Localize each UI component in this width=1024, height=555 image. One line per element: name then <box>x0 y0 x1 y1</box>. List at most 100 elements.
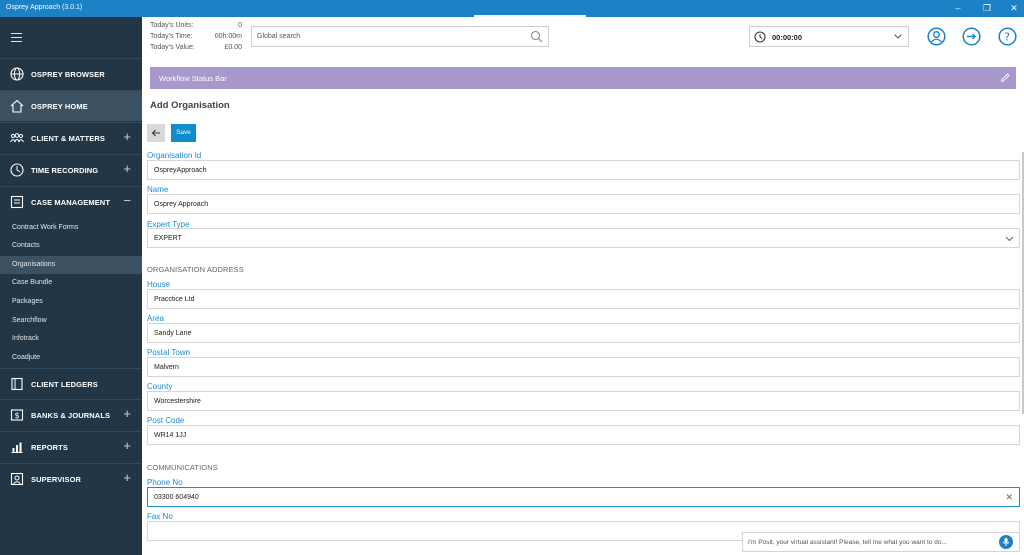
nav-time-recording[interactable]: TIME RECORDING + <box>0 154 142 185</box>
svg-text:$: $ <box>15 411 20 420</box>
timer-value: 00:00:00 <box>772 33 803 42</box>
expert-type-select[interactable]: EXPERT <box>147 228 1020 248</box>
nav-case-management[interactable]: CASE MANAGEMENT − <box>0 186 142 217</box>
chevron-down-icon[interactable] <box>893 31 903 41</box>
field-value: Malvern <box>154 364 179 371</box>
phone-no-field[interactable]: 03300 604940 ✕ <box>147 487 1020 507</box>
stat-value: 0 <box>238 22 242 29</box>
phone-no-label: Phone No <box>147 478 183 487</box>
maximize-icon[interactable]: ❐ <box>980 2 994 15</box>
nav-client-matters[interactable]: CLIENT & MATTERS + <box>0 122 142 153</box>
search-placeholder: Global search <box>257 33 301 40</box>
sidebar-item-label: Organisations <box>12 261 56 268</box>
section-communications: COMMUNICATIONS <box>147 463 218 472</box>
arrow-left-icon <box>151 129 160 137</box>
help-icon[interactable]: ? <box>998 27 1017 46</box>
sidebar-item-label: Searchflow <box>12 317 47 324</box>
collapse-icon[interactable]: − <box>123 193 131 208</box>
minimize-icon[interactable]: – <box>951 2 965 15</box>
sidebar-item-label: Coadjute <box>12 354 41 361</box>
chevron-down-icon[interactable] <box>1005 234 1014 243</box>
name-field[interactable]: Osprey Approach <box>147 194 1020 214</box>
sidebar: OSPREY BROWSER OSPREY HOME CLIENT & MATT… <box>0 17 142 555</box>
nav-supervisor[interactable]: SUPERVISOR + <box>0 463 142 494</box>
assistant-placeholder: I'm Posit, your virtual assistant! Pleas… <box>748 539 947 546</box>
expand-icon[interactable]: + <box>123 438 131 453</box>
nav-osprey-browser[interactable]: OSPREY BROWSER <box>0 58 142 89</box>
globe-icon <box>10 67 24 81</box>
house-field[interactable]: Pracctice Ltd <box>147 289 1020 309</box>
expand-icon[interactable]: + <box>123 470 131 485</box>
search-icon[interactable] <box>530 30 543 43</box>
pencil-icon[interactable] <box>1000 72 1011 83</box>
post-code-field[interactable]: WR14 1JJ <box>147 425 1020 445</box>
sidebar-item-coadjute[interactable]: Coadjute <box>0 349 142 367</box>
stat-value: £0.00 <box>224 44 242 51</box>
supervisor-icon <box>10 472 24 486</box>
window-title: Osprey Approach (3.0.1) <box>6 4 83 11</box>
main-content: Workflow Status Bar Add Organisation Sav… <box>142 57 1024 555</box>
sidebar-item-label: Infotrack <box>12 335 39 342</box>
field-value: EXPERT <box>154 235 182 242</box>
county-label: County <box>147 382 173 391</box>
nav-label: CLIENT & MATTERS <box>31 134 105 143</box>
clear-icon[interactable]: ✕ <box>1005 492 1013 503</box>
sidebar-item-case-bundle[interactable]: Case Bundle <box>0 274 142 292</box>
section-organisation-address: ORGANISATION ADDRESS <box>147 265 244 274</box>
logout-icon[interactable] <box>962 27 981 46</box>
sidebar-item-searchflow[interactable]: Searchflow <box>0 312 142 330</box>
clock-icon <box>10 163 24 177</box>
hamburger-menu-icon[interactable] <box>11 33 22 42</box>
county-field[interactable]: Worcestershire <box>147 391 1020 411</box>
sidebar-item-packages[interactable]: Packages <box>0 293 142 311</box>
sidebar-item-contract-work-forms[interactable]: Contract Work Forms <box>0 219 142 237</box>
timer-dropdown[interactable]: 00:00:00 <box>749 26 909 47</box>
global-search-input[interactable]: Global search <box>251 26 549 47</box>
stat-label: Today's Value: <box>150 44 195 51</box>
virtual-assistant-input[interactable]: I'm Posit, your virtual assistant! Pleas… <box>742 532 1020 552</box>
field-value: Worcestershire <box>154 398 201 405</box>
expand-icon[interactable]: + <box>123 406 131 421</box>
organisation-id-field[interactable]: OspreyApproach <box>147 160 1020 180</box>
nav-osprey-home[interactable]: OSPREY HOME <box>0 90 142 121</box>
stat-label: Today's Time: <box>150 33 193 40</box>
page-title: Add Organisation <box>150 100 230 111</box>
nav-label: CASE MANAGEMENT <box>31 198 111 207</box>
user-profile-icon[interactable] <box>927 27 946 46</box>
field-value: Pracctice Ltd <box>154 296 195 303</box>
sidebar-item-infotrack[interactable]: Infotrack <box>0 330 142 348</box>
workflow-status-label: Workflow Status Bar <box>159 74 227 83</box>
house-label: House <box>147 280 171 289</box>
sidebar-item-label: Packages <box>12 298 43 305</box>
sidebar-item-contacts[interactable]: Contacts <box>0 237 142 255</box>
sidebar-item-organisations[interactable]: Organisations <box>0 256 142 274</box>
nav-client-ledgers[interactable]: CLIENT LEDGERS <box>0 368 142 399</box>
save-button[interactable]: Save <box>171 124 196 142</box>
assistant-mic-icon[interactable] <box>999 535 1013 549</box>
area-field[interactable]: Sandy Lane <box>147 323 1020 343</box>
close-icon[interactable]: ✕ <box>1007 2 1021 15</box>
field-value: 03300 604940 <box>154 494 199 501</box>
sidebar-item-label: Contract Work Forms <box>12 224 79 231</box>
chart-icon <box>11 442 23 453</box>
sidebar-item-label: Contacts <box>12 242 40 249</box>
nav-label: OSPREY BROWSER <box>31 70 105 79</box>
nav-label: OSPREY HOME <box>31 102 88 111</box>
expand-icon[interactable]: + <box>123 129 131 144</box>
stat-label: Today's Units: <box>150 22 194 29</box>
sidebar-item-label: Case Bundle <box>12 279 53 286</box>
postal-town-field[interactable]: Malvern <box>147 357 1020 377</box>
expand-icon[interactable]: + <box>123 161 131 176</box>
name-label: Name <box>147 185 169 194</box>
timer-clock-icon <box>754 31 766 43</box>
field-value: Sandy Lane <box>154 330 192 337</box>
home-icon <box>10 99 24 113</box>
nav-label: TIME RECORDING <box>31 166 99 175</box>
back-button[interactable] <box>147 124 165 142</box>
svg-text:?: ? <box>1004 31 1010 44</box>
bank-icon: $ <box>10 409 24 421</box>
nav-banks-journals[interactable]: $ BANKS & JOURNALS + <box>0 399 142 430</box>
area-label: Area <box>147 314 164 323</box>
workflow-status-bar[interactable]: Workflow Status Bar <box>150 67 1016 89</box>
nav-reports[interactable]: REPORTS + <box>0 431 142 462</box>
